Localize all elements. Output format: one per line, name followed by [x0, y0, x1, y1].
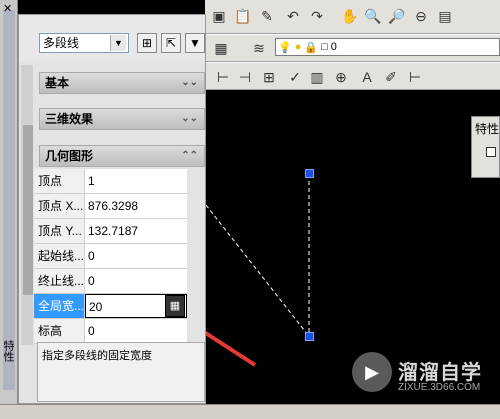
palette-strip-bar	[3, 10, 15, 390]
section-geometry[interactable]: 几何图形 ⌃⌃	[39, 145, 205, 167]
watermark-url: ZIXUE.3D66.COM	[398, 382, 481, 393]
popup-checkbox[interactable]	[486, 147, 496, 157]
section-3d-effects[interactable]: 三维效果 ⌄⌄	[39, 108, 205, 130]
chevron-down-icon: ⌄⌄	[181, 77, 198, 88]
bottom-status-bar	[0, 404, 500, 419]
palette-scrollbar[interactable]	[21, 65, 33, 345]
canvas-properties-popup: 特性	[471, 116, 500, 178]
watermark-title: 溜溜自学	[398, 362, 482, 384]
table-row-global-width[interactable]: 全局宽... 20 ▦	[34, 294, 187, 319]
property-description: 指定多段线的固定宽度	[37, 342, 205, 402]
polyline-grip-top[interactable]	[305, 169, 314, 178]
watermark: ▶ 溜溜自学 ZIXUE.3D66.COM	[352, 352, 500, 404]
quick-select-icon[interactable]: ▼	[185, 33, 205, 53]
close-icon[interactable]: ✕	[3, 2, 12, 15]
table-row[interactable]: 顶点 Y... 132.7187	[34, 219, 187, 244]
palette-title: 特性	[2, 340, 14, 362]
table-row[interactable]: 终止线... 0	[34, 269, 187, 294]
scrollbar-thumb[interactable]	[23, 125, 33, 295]
palette-side-strip: ✕ 特性	[0, 0, 18, 419]
table-row[interactable]: 顶点 X... 876.3298	[34, 194, 187, 219]
table-row[interactable]: 起始线... 0	[34, 244, 187, 269]
chevron-down-icon: ⌄⌄	[181, 113, 198, 124]
watermark-logo-icon: ▶	[352, 352, 392, 392]
chevron-down-icon: ▼	[110, 35, 126, 51]
calculator-icon[interactable]: ▦	[165, 295, 185, 317]
table-row[interactable]: 顶点 1	[34, 169, 187, 194]
palette-header: 多段线 ▼ ⊞ ⇱ ▼	[19, 15, 205, 61]
object-type-select[interactable]: 多段线 ▼	[39, 33, 129, 53]
popup-title: 特性	[475, 122, 500, 136]
polyline-grip-bottom[interactable]	[305, 332, 314, 341]
chevron-up-icon: ⌃⌃	[181, 150, 198, 161]
polyline-segment-diagonal[interactable]	[205, 204, 309, 336]
section-basic[interactable]: 基本 ⌄⌄	[39, 72, 205, 94]
properties-palette: 多段线 ▼ ⊞ ⇱ ▼ 基本 ⌄⌄ 三维效果 ⌄⌄ 几何图形 ⌃⌃ 顶点 1 顶…	[18, 14, 206, 404]
toggle-pickadd-icon[interactable]: ⊞	[137, 33, 157, 53]
select-objects-icon[interactable]: ⇱	[161, 33, 181, 53]
table-row[interactable]: 标高 0	[34, 319, 187, 344]
object-type-value: 多段线	[43, 36, 80, 50]
geometry-properties-table: 顶点 1 顶点 X... 876.3298 顶点 Y... 132.7187 起…	[34, 169, 187, 344]
